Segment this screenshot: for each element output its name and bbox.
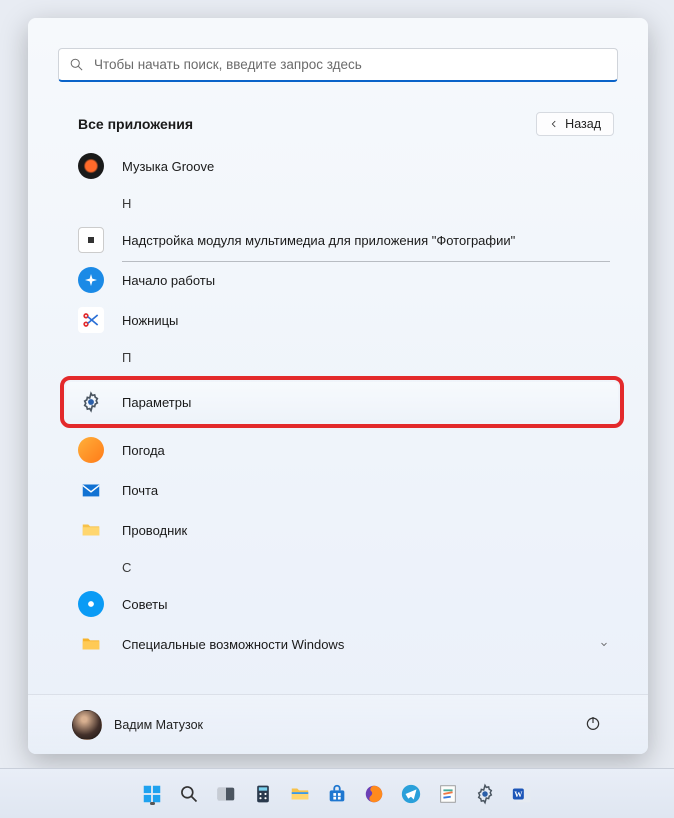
app-accessibility[interactable]: Специальные возможности Windows bbox=[66, 624, 632, 664]
chevron-left-icon bbox=[549, 119, 559, 129]
search-placeholder: Чтобы начать поиск, введите запрос здесь bbox=[94, 57, 362, 72]
taskbar-telegram[interactable] bbox=[397, 780, 425, 808]
app-get-started[interactable]: Начало работы bbox=[66, 260, 632, 300]
app-label: Параметры bbox=[122, 395, 191, 410]
app-label: Начало работы bbox=[122, 273, 215, 288]
weather-icon bbox=[78, 437, 104, 463]
chevron-down-icon bbox=[598, 638, 610, 650]
app-snipping-tool[interactable]: Ножницы bbox=[66, 300, 632, 340]
gear-icon bbox=[78, 389, 104, 415]
avatar bbox=[72, 710, 102, 740]
letter-header-p[interactable]: П bbox=[66, 340, 632, 374]
app-label: Почта bbox=[122, 483, 158, 498]
tips-icon bbox=[78, 591, 104, 617]
app-label: Погода bbox=[122, 443, 165, 458]
taskbar-search[interactable] bbox=[175, 780, 203, 808]
taskbar-settings[interactable] bbox=[471, 780, 499, 808]
app-explorer[interactable]: Проводник bbox=[66, 510, 632, 550]
apps-list: Музыка Groove Н Надстройка модуля мульти… bbox=[28, 146, 648, 694]
app-mail[interactable]: Почта bbox=[66, 470, 632, 510]
taskbar-calculator[interactable] bbox=[249, 780, 277, 808]
app-settings[interactable]: Параметры bbox=[66, 382, 618, 422]
taskbar-start[interactable] bbox=[138, 780, 166, 808]
taskbar-taskview[interactable] bbox=[212, 780, 240, 808]
taskbar-firefox[interactable] bbox=[360, 780, 388, 808]
app-groove[interactable]: Музыка Groove bbox=[66, 146, 632, 186]
letter-header-s[interactable]: С bbox=[66, 550, 632, 584]
app-label: Ножницы bbox=[122, 313, 178, 328]
app-label: Надстройка модуля мультимедиа для прилож… bbox=[122, 233, 515, 248]
compass-icon bbox=[78, 267, 104, 293]
taskbar-explorer[interactable] bbox=[286, 780, 314, 808]
mail-icon bbox=[78, 477, 104, 503]
app-label: Советы bbox=[122, 597, 167, 612]
user-account[interactable]: Вадим Матузок bbox=[72, 710, 203, 740]
app-label: Проводник bbox=[122, 523, 187, 538]
search-input[interactable]: Чтобы начать поиск, введите запрос здесь bbox=[58, 48, 618, 82]
taskbar-notes[interactable] bbox=[434, 780, 462, 808]
letter-header-n[interactable]: Н bbox=[66, 186, 632, 220]
groove-icon bbox=[78, 153, 104, 179]
power-button[interactable] bbox=[578, 708, 608, 741]
app-photos-addon[interactable]: Надстройка модуля мультимедиа для прилож… bbox=[66, 220, 632, 260]
scissors-icon bbox=[78, 307, 104, 333]
user-name: Вадим Матузок bbox=[114, 718, 203, 732]
app-label: Музыка Groove bbox=[122, 159, 214, 174]
photos-addon-icon bbox=[78, 227, 104, 253]
power-icon bbox=[584, 714, 602, 732]
all-apps-title: Все приложения bbox=[78, 116, 193, 132]
taskbar-word[interactable]: W bbox=[508, 780, 536, 808]
start-menu: Чтобы начать поиск, введите запрос здесь… bbox=[28, 18, 648, 754]
all-apps-header: Все приложения Назад bbox=[28, 94, 648, 146]
taskbar: W bbox=[0, 768, 674, 818]
accessibility-folder-icon bbox=[78, 631, 104, 657]
app-label: Специальные возможности Windows bbox=[122, 637, 344, 652]
taskbar-store[interactable] bbox=[323, 780, 351, 808]
back-label: Назад bbox=[565, 117, 601, 131]
highlight-settings: Параметры bbox=[60, 376, 624, 428]
back-button[interactable]: Назад bbox=[536, 112, 614, 136]
app-tips[interactable]: Советы bbox=[66, 584, 632, 624]
folder-icon bbox=[78, 517, 104, 543]
start-footer: Вадим Матузок bbox=[28, 694, 648, 754]
search-area: Чтобы начать поиск, введите запрос здесь bbox=[28, 18, 648, 94]
svg-text:W: W bbox=[514, 790, 523, 799]
search-icon bbox=[69, 57, 84, 72]
app-weather[interactable]: Погода bbox=[66, 430, 632, 470]
